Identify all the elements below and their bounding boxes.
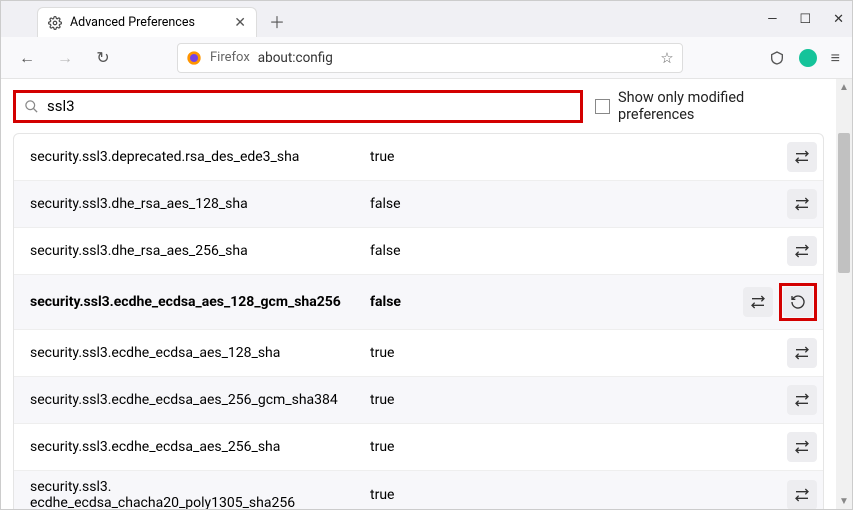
pref-name: security.ssl3.ecdhe_ecdsa_aes_256_gcm_sh… [30,392,370,408]
show-modified-checkbox[interactable]: Show only modified preferences [595,89,824,123]
pref-row: security.ssl3.dhe_rsa_aes_256_shafalse [14,227,823,274]
titlebar: Advanced Preferences ✕ ＋ — ☐ ✕ [1,1,852,37]
pref-search-input[interactable] [47,97,572,115]
content-area: Show only modified preferences security.… [1,79,852,509]
maximize-button[interactable]: ☐ [799,12,811,27]
pref-actions [787,385,817,415]
toggle-button[interactable] [743,287,773,317]
pref-actions [787,236,817,266]
scroll-up-icon[interactable]: ▲ [836,79,852,95]
minimize-button[interactable]: — [767,12,777,27]
forward-button[interactable]: → [51,44,79,72]
pref-value: true [370,392,787,408]
menu-button[interactable]: ≡ [831,48,840,68]
pref-value: false [370,243,787,259]
close-window-button[interactable]: ✕ [833,12,844,27]
pref-name: security.ssl3.dhe_rsa_aes_256_sha [30,243,370,259]
search-row: Show only modified preferences [1,79,836,133]
toggle-button[interactable] [787,236,817,266]
scroll-down-icon[interactable]: ▼ [836,493,852,509]
scroll-thumb[interactable] [838,133,850,273]
tab-close-button[interactable]: ✕ [234,15,246,31]
pref-value: true [370,487,787,503]
pref-value: true [370,149,787,165]
pref-actions [743,283,817,321]
url-prefix: Firefox [210,50,250,65]
toolbar: ← → ↻ Firefox about:config ☆ ≡ [1,37,852,79]
pref-name: security.ssl3.ecdhe_ecdsa_aes_128_gcm_sh… [30,294,370,310]
checkbox-icon [595,99,610,114]
checkbox-label: Show only modified preferences [618,89,824,123]
pref-search-box[interactable] [13,90,583,123]
extension-icon[interactable] [799,49,817,67]
toggle-button[interactable] [787,385,817,415]
url-value: about:config [258,50,333,66]
reset-button[interactable] [783,287,813,317]
pref-name: security.ssl3.ecdhe_ecdsa_aes_128_sha [30,345,370,361]
pref-row: security.ssl3.ecdhe_ecdsa_aes_256_gcm_sh… [14,376,823,423]
pref-name: security.ssl3.dhe_rsa_aes_128_sha [30,196,370,212]
bookmark-star-icon[interactable]: ☆ [660,49,673,67]
reset-highlight [779,283,817,321]
pref-actions [787,338,817,368]
window-controls: — ☐ ✕ [767,1,844,37]
toggle-button[interactable] [787,338,817,368]
firefox-icon [186,50,202,66]
pref-actions [787,189,817,219]
reload-button[interactable]: ↻ [89,44,117,72]
pref-value: false [370,196,787,212]
toggle-button[interactable] [787,142,817,172]
pref-row: security.ssl3.ecdhe_ecdsa_aes_128_gcm_sh… [14,274,823,329]
pref-row: security.ssl3.dhe_rsa_aes_128_shafalse [14,180,823,227]
scrollbar[interactable]: ▲ ▼ [836,79,852,509]
pref-row: security.ssl3. ecdhe_ecdsa_chacha20_poly… [14,470,823,509]
new-tab-button[interactable]: ＋ [263,7,291,35]
toggle-button[interactable] [787,189,817,219]
search-icon [24,99,39,114]
pref-actions [787,142,817,172]
toggle-button[interactable] [787,432,817,462]
pref-row: security.ssl3.deprecated.rsa_des_ede3_sh… [14,134,823,180]
pref-name: security.ssl3.deprecated.rsa_des_ede3_sh… [30,149,370,165]
pocket-icon[interactable] [769,50,785,66]
pref-value: true [370,345,787,361]
back-button[interactable]: ← [13,44,41,72]
tab-title: Advanced Preferences [70,15,195,30]
toolbar-right: ≡ [769,48,840,68]
pref-row: security.ssl3.ecdhe_ecdsa_aes_128_shatru… [14,329,823,376]
pref-name: security.ssl3.ecdhe_ecdsa_aes_256_sha [30,439,370,455]
pref-row: security.ssl3.ecdhe_ecdsa_aes_256_shatru… [14,423,823,470]
toggle-button[interactable] [787,480,817,509]
url-bar[interactable]: Firefox about:config ☆ [177,43,683,73]
pref-value: false [370,294,743,310]
pref-actions [787,480,817,509]
browser-tab[interactable]: Advanced Preferences ✕ [37,7,257,37]
pref-actions [787,432,817,462]
pref-name: security.ssl3. ecdhe_ecdsa_chacha20_poly… [30,479,370,509]
pref-list: security.ssl3.deprecated.rsa_des_ede3_sh… [13,133,824,509]
pref-value: true [370,439,787,455]
gear-icon [48,16,62,30]
